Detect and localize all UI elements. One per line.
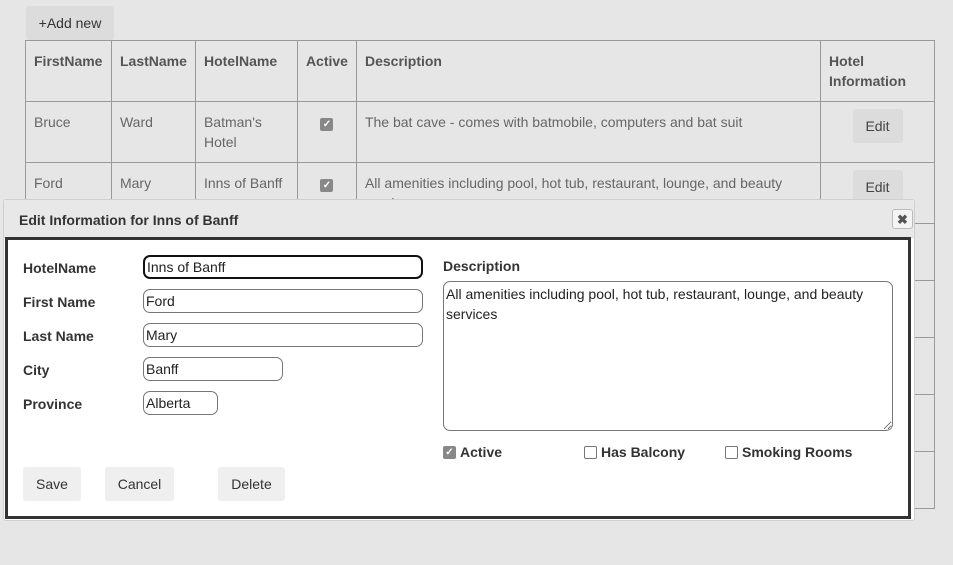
save-button[interactable]: Save — [23, 467, 81, 501]
cancel-button[interactable]: Cancel — [105, 467, 174, 501]
column-header-hotel-information: Hotel Information — [820, 40, 935, 102]
column-header-firstname[interactable]: FirstName — [25, 40, 112, 102]
cell-active: ✓ — [296, 101, 357, 163]
smoking-rooms-checkbox-field[interactable]: Smoking Rooms — [725, 444, 852, 460]
has-balcony-checkbox-field[interactable]: Has Balcony — [584, 444, 685, 460]
cell-hotelname: Batman's Hotel — [194, 101, 298, 163]
dialog-title: Edit Information for Inns of Banff — [19, 212, 239, 228]
edit-button[interactable]: Edit — [852, 109, 903, 143]
smoking-rooms-label: Smoking Rooms — [742, 444, 853, 460]
close-icon: ✖ — [897, 211, 908, 227]
description-textarea[interactable]: All amenities including pool, hot tub, r… — [443, 281, 893, 431]
cell-lastname: Ward — [110, 101, 196, 163]
table-row: Bruce Ward Batman's Hotel ✓ The bat cave… — [25, 101, 935, 163]
first-name-label: First Name — [23, 294, 96, 310]
last-name-input[interactable] — [143, 323, 423, 347]
cell-actions: Edit — [820, 101, 935, 163]
active-checkbox: ✓ — [320, 118, 334, 131]
province-label: Province — [23, 396, 83, 412]
active-checkbox-field[interactable]: ✓ Active — [443, 444, 502, 460]
hotelname-label: HotelName — [23, 260, 97, 276]
table-header-row: FirstName LastName HotelName Active Desc… — [25, 40, 935, 102]
column-header-active[interactable]: Active — [296, 40, 357, 102]
cell-firstname: Bruce — [25, 101, 112, 163]
add-new-button[interactable]: +Add new — [26, 6, 114, 40]
description-label: Description — [443, 258, 521, 274]
dialog-body: HotelName First Name Last Name City Prov… — [5, 237, 911, 519]
city-input[interactable] — [143, 357, 283, 381]
column-header-hotelname[interactable]: HotelName — [194, 40, 298, 102]
dialog-header[interactable]: Edit Information for Inns of Banff ✖ — [4, 200, 914, 238]
edit-dialog: Edit Information for Inns of Banff ✖ Hot… — [3, 199, 915, 521]
has-balcony-label: Has Balcony — [601, 444, 686, 460]
active-checkbox[interactable]: ✓ — [443, 445, 456, 459]
last-name-label: Last Name — [23, 328, 94, 344]
active-checkbox-label: Active — [460, 444, 503, 460]
column-header-lastname[interactable]: LastName — [110, 40, 196, 102]
province-input[interactable] — [143, 391, 218, 415]
column-header-description[interactable]: Description — [355, 40, 822, 102]
active-checkbox: ✓ — [320, 179, 334, 192]
close-button[interactable]: ✖ — [892, 209, 913, 229]
hotelname-input[interactable] — [143, 255, 423, 279]
city-label: City — [23, 362, 50, 378]
has-balcony-checkbox[interactable] — [584, 445, 597, 459]
smoking-rooms-checkbox[interactable] — [725, 445, 738, 459]
first-name-input[interactable] — [143, 289, 423, 313]
cell-description: The bat cave - comes with batmobile, com… — [355, 101, 822, 163]
delete-button[interactable]: Delete — [218, 467, 285, 501]
